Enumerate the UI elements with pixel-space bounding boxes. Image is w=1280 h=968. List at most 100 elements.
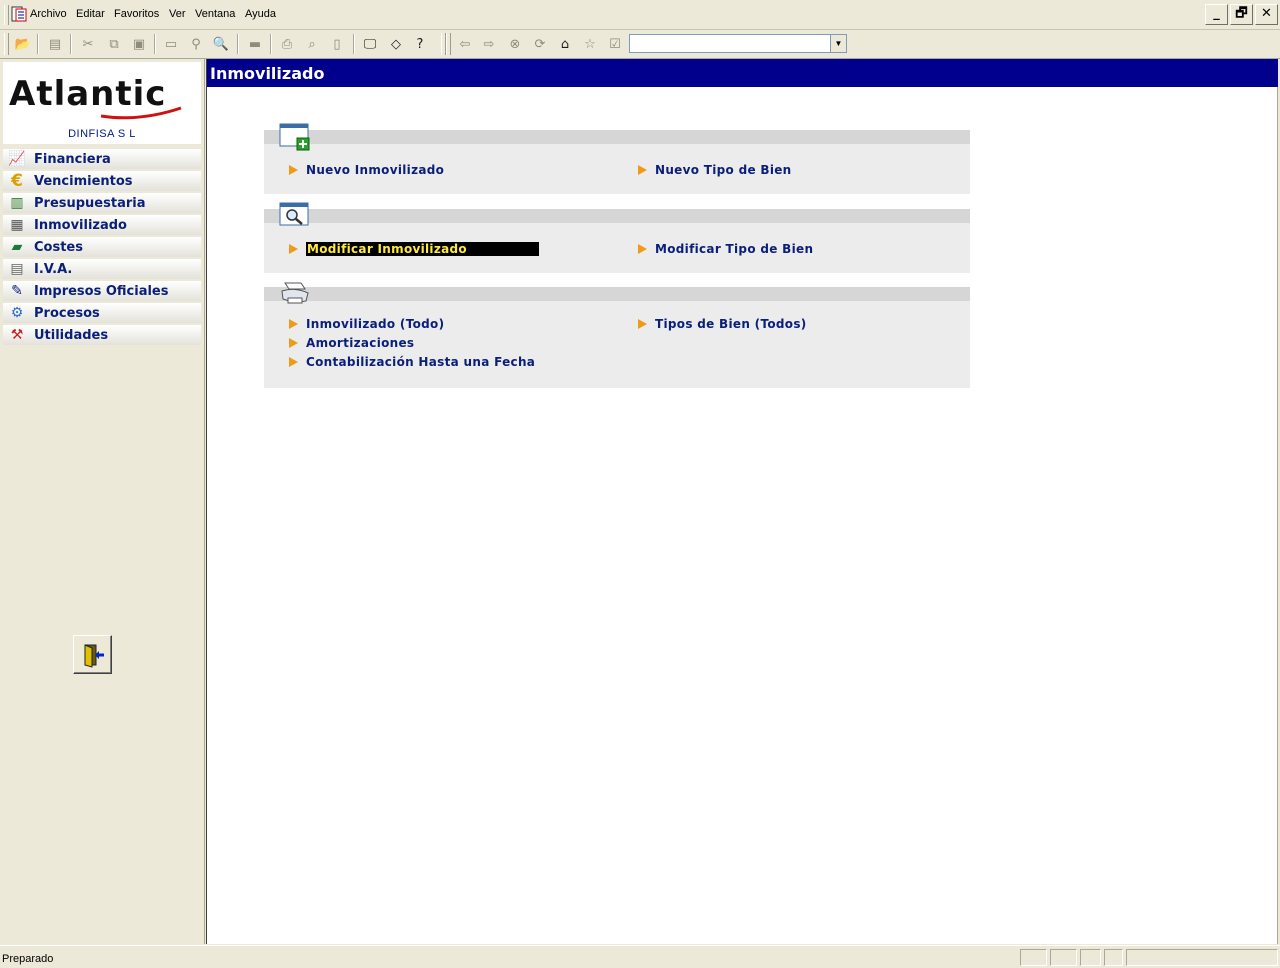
window-icon[interactable]: ▭ <box>161 34 181 54</box>
arrow-icon <box>289 165 298 175</box>
print-icon[interactable]: ⎙ <box>277 34 297 54</box>
link-label: Modificar Tipo de Bien <box>655 242 814 256</box>
toolbar-grip[interactable] <box>446 33 451 55</box>
save-icon[interactable]: ▯ <box>327 34 347 54</box>
link-label: Nuevo Tipo de Bien <box>655 163 792 177</box>
main-title-bar: Inmovilizado <box>207 59 1278 87</box>
open-folder-icon[interactable]: 📂 <box>13 34 33 54</box>
sidebar: Atlantic DINFISA S L 📈 Financiera € Venc… <box>0 59 205 944</box>
arrow-icon <box>289 338 298 348</box>
section-new: Nuevo Inmovilizado Nuevo Tipo de Bien <box>264 123 970 194</box>
cut-icon[interactable]: ✂ <box>78 34 98 54</box>
home-icon[interactable]: ⌂ <box>555 34 575 54</box>
menu-bar-grip[interactable] <box>4 5 9 25</box>
sidebar-item-label: I.V.A. <box>34 261 73 277</box>
back-icon[interactable]: ⇦ <box>455 34 475 54</box>
link-amortizaciones[interactable]: Amortizaciones <box>289 336 414 350</box>
sidebar-item-label: Inmovilizado <box>34 217 127 233</box>
close-button[interactable]: ✕ <box>1255 4 1278 25</box>
chevron-down-icon[interactable]: ▼ <box>830 35 846 52</box>
sidebar-item-financiera[interactable]: 📈 Financiera <box>3 149 201 169</box>
link-label: Contabilización Hasta una Fecha <box>306 355 536 369</box>
sidebar-item-label: Costes <box>34 239 83 255</box>
pen-icon: ✎ <box>11 283 23 299</box>
sidebar-item-costes[interactable]: ▰ Costes <box>3 237 201 257</box>
app-icon[interactable] <box>11 6 27 22</box>
address-combobox[interactable]: ▼ <box>629 34 847 53</box>
menu-editar[interactable]: Editar <box>76 8 105 20</box>
new-window-icon <box>279 123 310 151</box>
menu-ver[interactable]: Ver <box>169 8 186 20</box>
sidebar-item-impresos-oficiales[interactable]: ✎ Impresos Oficiales <box>3 281 201 301</box>
restore-button[interactable]: 🗗 <box>1230 4 1253 25</box>
financial-chart-icon: 📈 <box>8 151 26 167</box>
main-panel: Inmovilizado Nuevo Inmovilizado Nuevo Ti… <box>207 59 1280 944</box>
link-inmovilizado-todo[interactable]: Inmovilizado (Todo) <box>289 317 444 331</box>
printer-icon <box>281 282 309 304</box>
binoculars-icon[interactable]: ⚲ <box>186 34 206 54</box>
link-tipos-de-bien-todos[interactable]: Tipos de Bien (Todos) <box>638 317 807 331</box>
refresh-icon[interactable]: ⟳ <box>530 34 550 54</box>
menu-ventana[interactable]: Ventana <box>195 8 235 20</box>
link-modificar-tipo-de-bien[interactable]: Modificar Tipo de Bien <box>638 242 813 256</box>
arrow-icon <box>638 165 647 175</box>
sidebar-item-label: Presupuestaria <box>34 195 146 211</box>
costs-icon: ▰ <box>11 239 23 255</box>
link-contabilizacion-hasta-una-fecha[interactable]: Contabilización Hasta una Fecha <box>289 355 535 369</box>
toolbar-separator <box>70 34 72 54</box>
section-band <box>264 287 970 301</box>
section-band <box>264 209 970 223</box>
toolbar-separator <box>353 34 355 54</box>
properties-icon[interactable]: ▤ <box>45 34 65 54</box>
company-name: DINFISA S L <box>3 126 201 144</box>
menu-archivo[interactable]: Archivo <box>30 8 67 20</box>
minimize-button[interactable]: _ <box>1205 4 1228 25</box>
link-label: Amortizaciones <box>306 336 415 350</box>
toolbar-separator <box>237 34 239 54</box>
logo: Atlantic <box>3 62 201 126</box>
stop-icon[interactable]: ⊗ <box>505 34 525 54</box>
sidebar-item-iva[interactable]: ▤ I.V.A. <box>3 259 201 279</box>
copy-icon[interactable]: ⧉ <box>104 34 124 54</box>
sidebar-item-utilidades[interactable]: ⚒ Utilidades <box>3 325 201 345</box>
section-reports: Inmovilizado (Todo) Tipos de Bien (Todos… <box>264 282 970 388</box>
menu-favoritos[interactable]: Favoritos <box>114 8 159 20</box>
window-controls: _ 🗗 ✕ <box>1205 4 1278 25</box>
sidebar-item-presupuestaria[interactable]: ▥ Presupuestaria <box>3 193 201 213</box>
favorites-icon[interactable]: ☆ <box>580 34 600 54</box>
menu-ayuda[interactable]: Ayuda <box>245 8 276 20</box>
euro-icon: € <box>11 171 23 191</box>
toolbar: 📂 ▤ ✂ ⧉ ▣ ▭ ⚲ 🔍 ▬ ⎙ ⌕ ▯ 🖵 ◇ ? ⇦ ⇨ ⊗ ⟳ ⌂ … <box>0 30 1280 59</box>
sidebar-item-procesos[interactable]: ⚙ Procesos <box>3 303 201 323</box>
diamond-icon[interactable]: ◇ <box>386 34 406 54</box>
paste-icon[interactable]: ▣ <box>129 34 149 54</box>
arrow-icon <box>289 357 298 367</box>
sidebar-item-label: Impresos Oficiales <box>34 283 169 299</box>
document-icon: ▤ <box>10 261 24 277</box>
link-nuevo-tipo-de-bien[interactable]: Nuevo Tipo de Bien <box>638 163 792 177</box>
scanner-icon[interactable]: ▬ <box>245 34 265 54</box>
history-icon[interactable]: ☑ <box>605 34 625 54</box>
status-pane <box>1126 949 1278 966</box>
help-icon[interactable]: ? <box>410 34 430 54</box>
link-modificar-inmovilizado[interactable]: Modificar Inmovilizado <box>289 242 539 256</box>
calculator-icon: ▦ <box>10 217 24 233</box>
print-preview-icon[interactable]: ⌕ <box>302 34 322 54</box>
sidebar-item-vencimientos[interactable]: € Vencimientos <box>3 171 201 191</box>
link-nuevo-inmovilizado[interactable]: Nuevo Inmovilizado <box>289 163 444 177</box>
sidebar-item-inmovilizado[interactable]: ▦ Inmovilizado <box>3 215 201 235</box>
sidebar-item-label: Vencimientos <box>34 173 133 189</box>
forward-icon[interactable]: ⇨ <box>479 34 499 54</box>
exit-button[interactable] <box>73 635 112 674</box>
arrow-icon <box>638 244 647 254</box>
zoom-icon[interactable]: 🔍 <box>211 34 231 54</box>
tools-icon: ⚒ <box>10 327 24 343</box>
arrow-icon <box>638 319 647 329</box>
status-pane <box>1080 949 1101 966</box>
status-pane <box>1050 949 1077 966</box>
toolbar-grip[interactable] <box>4 33 9 55</box>
monitor-icon[interactable]: 🖵 <box>360 34 380 54</box>
toolbar-separator <box>37 34 39 54</box>
menu-bar: Archivo Editar Favoritos Ver Ventana Ayu… <box>0 0 1280 30</box>
logo-swoosh-icon <box>100 106 182 120</box>
